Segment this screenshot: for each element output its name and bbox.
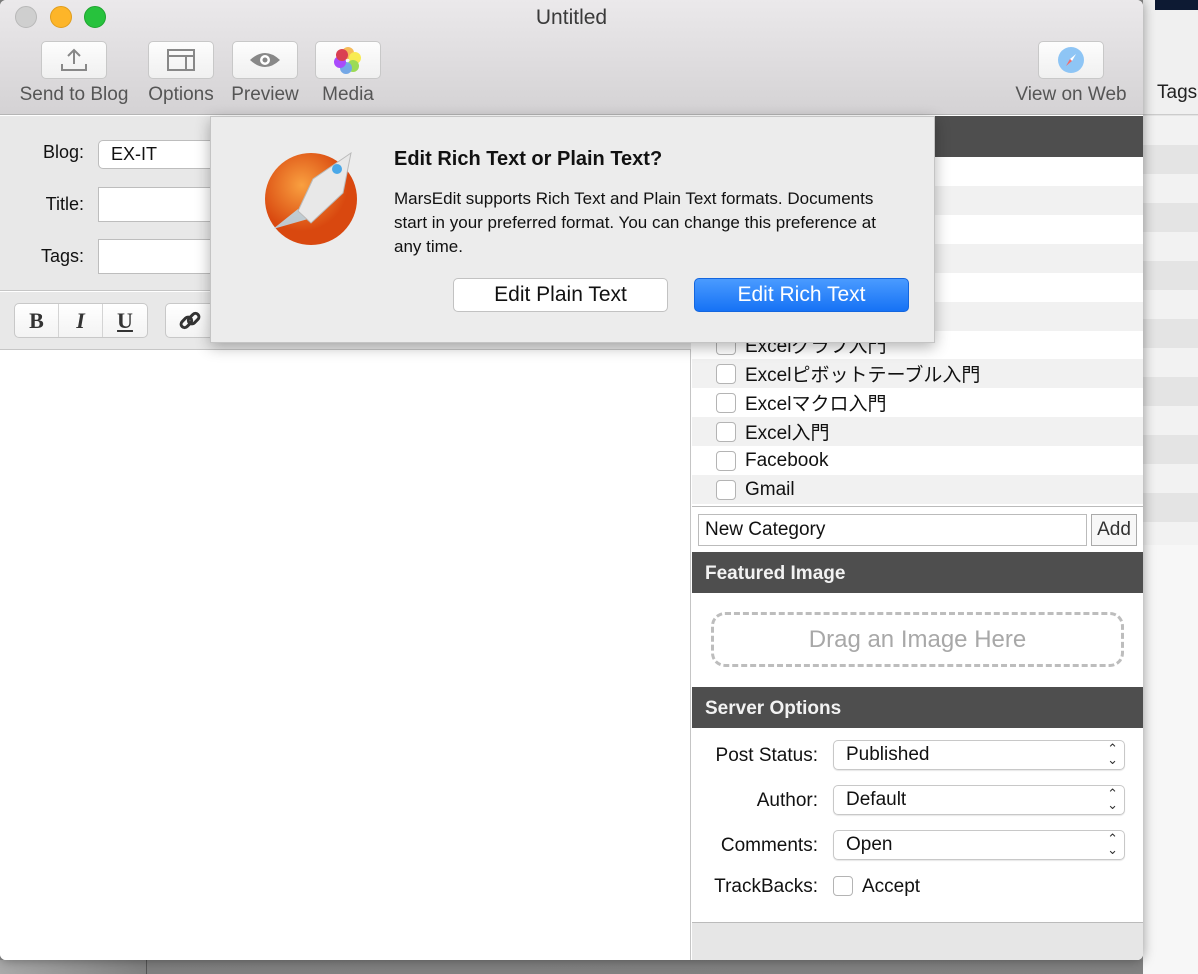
post-status-value: Published: [846, 744, 930, 765]
sidebar-bottom-bar: [692, 922, 1143, 960]
marsedit-rocket-icon: [265, 151, 357, 245]
author-value: Default: [846, 789, 907, 810]
updown-chevron-icon: ⌃ ⌄: [1107, 786, 1118, 812]
blog-label: Blog:: [42, 142, 84, 162]
category-checkbox[interactable]: [716, 450, 736, 471]
comments-value: Open: [846, 834, 893, 855]
image-drop-zone[interactable]: Drag an Image Here: [711, 612, 1124, 667]
format-choice-popover: Edit Rich Text or Plain Text? MarsEdit s…: [210, 116, 935, 343]
category-checkbox[interactable]: [716, 479, 736, 500]
eye-icon: [250, 53, 280, 67]
category-checkbox[interactable]: [716, 421, 736, 442]
title-label: Title:: [45, 194, 84, 214]
category-item[interactable]: Excel入門: [692, 417, 1143, 446]
comments-select[interactable]: Open ⌃ ⌄: [833, 830, 1125, 860]
category-label: Gmail: [745, 478, 795, 500]
titlebar: Untitled Send to Blog Options Preview Me…: [0, 0, 1143, 115]
category-item[interactable]: Excelピボットテーブル入門: [692, 359, 1143, 388]
trackbacks-checkbox[interactable]: [833, 876, 853, 896]
categories-list: Excelグラフ入門 Excelピボットテーブル入門 Excelマクロ入門 Ex…: [692, 330, 1143, 504]
upload-icon: [61, 48, 87, 71]
safari-compass-icon: [1058, 47, 1084, 73]
category-checkbox[interactable]: [716, 363, 736, 384]
post-body-editor[interactable]: [0, 351, 690, 960]
media-button[interactable]: Media: [293, 41, 403, 106]
category-item[interactable]: Facebook: [692, 446, 1143, 475]
edit-rich-text-button[interactable]: Edit Rich Text: [694, 278, 909, 312]
trackbacks-accept-label: Accept: [862, 876, 921, 897]
link-button[interactable]: [165, 303, 215, 338]
link-icon: [179, 311, 201, 329]
divider: [692, 506, 1143, 507]
text-style-group: B I U: [14, 303, 148, 338]
add-category-button[interactable]: Add: [1091, 514, 1137, 546]
popover-message: MarsEdit supports Rich Text and Plain Te…: [394, 189, 876, 256]
updown-chevron-icon: ⌃ ⌄: [1107, 831, 1118, 857]
category-label: Excelマクロ入門: [745, 394, 887, 415]
background-tags-label: Tags: [1157, 82, 1198, 103]
photos-flower-icon: [334, 47, 361, 74]
bold-button[interactable]: B: [15, 304, 59, 337]
italic-button[interactable]: I: [59, 304, 103, 337]
options-layout-icon: [167, 49, 195, 71]
author-select[interactable]: Default ⌃ ⌄: [833, 785, 1125, 815]
media-label: Media: [322, 84, 374, 105]
view-on-web-label: View on Web: [1015, 84, 1127, 105]
category-item[interactable]: Excelマクロ入門: [692, 388, 1143, 417]
post-status-select[interactable]: Published ⌃ ⌄: [833, 740, 1125, 770]
category-label: Excelピボットテーブル入門: [745, 365, 981, 386]
tags-label: Tags:: [40, 246, 84, 266]
server-options-header: Server Options: [692, 687, 1143, 728]
category-label: Excel入門: [745, 423, 830, 444]
category-item[interactable]: Gmail: [692, 475, 1143, 504]
desktop-background: [0, 960, 1143, 974]
category-checkbox[interactable]: [716, 392, 736, 413]
underline-button[interactable]: U: [103, 304, 147, 337]
new-category-input[interactable]: New Category: [698, 514, 1087, 546]
marsedit-window: Untitled Send to Blog Options Preview Me…: [0, 0, 1143, 960]
edit-plain-text-button[interactable]: Edit Plain Text: [453, 278, 668, 312]
post-status-label: Post Status:: [715, 745, 818, 766]
send-to-blog-label: Send to Blog: [19, 84, 129, 105]
author-label: Author:: [756, 790, 818, 811]
category-label: Facebook: [745, 449, 829, 471]
featured-image-header: Featured Image: [692, 552, 1143, 593]
send-to-blog-button[interactable]: Send to Blog: [19, 41, 129, 106]
comments-label: Comments:: [720, 835, 818, 856]
popover-title: Edit Rich Text or Plain Text?: [394, 148, 663, 170]
trackbacks-label: TrackBacks:: [714, 876, 818, 897]
background-window: Tags: [1143, 0, 1198, 974]
updown-chevron-icon: ⌃ ⌄: [1107, 741, 1118, 767]
view-on-web-button[interactable]: View on Web: [1015, 41, 1127, 106]
window-title: Untitled: [535, 6, 608, 29]
